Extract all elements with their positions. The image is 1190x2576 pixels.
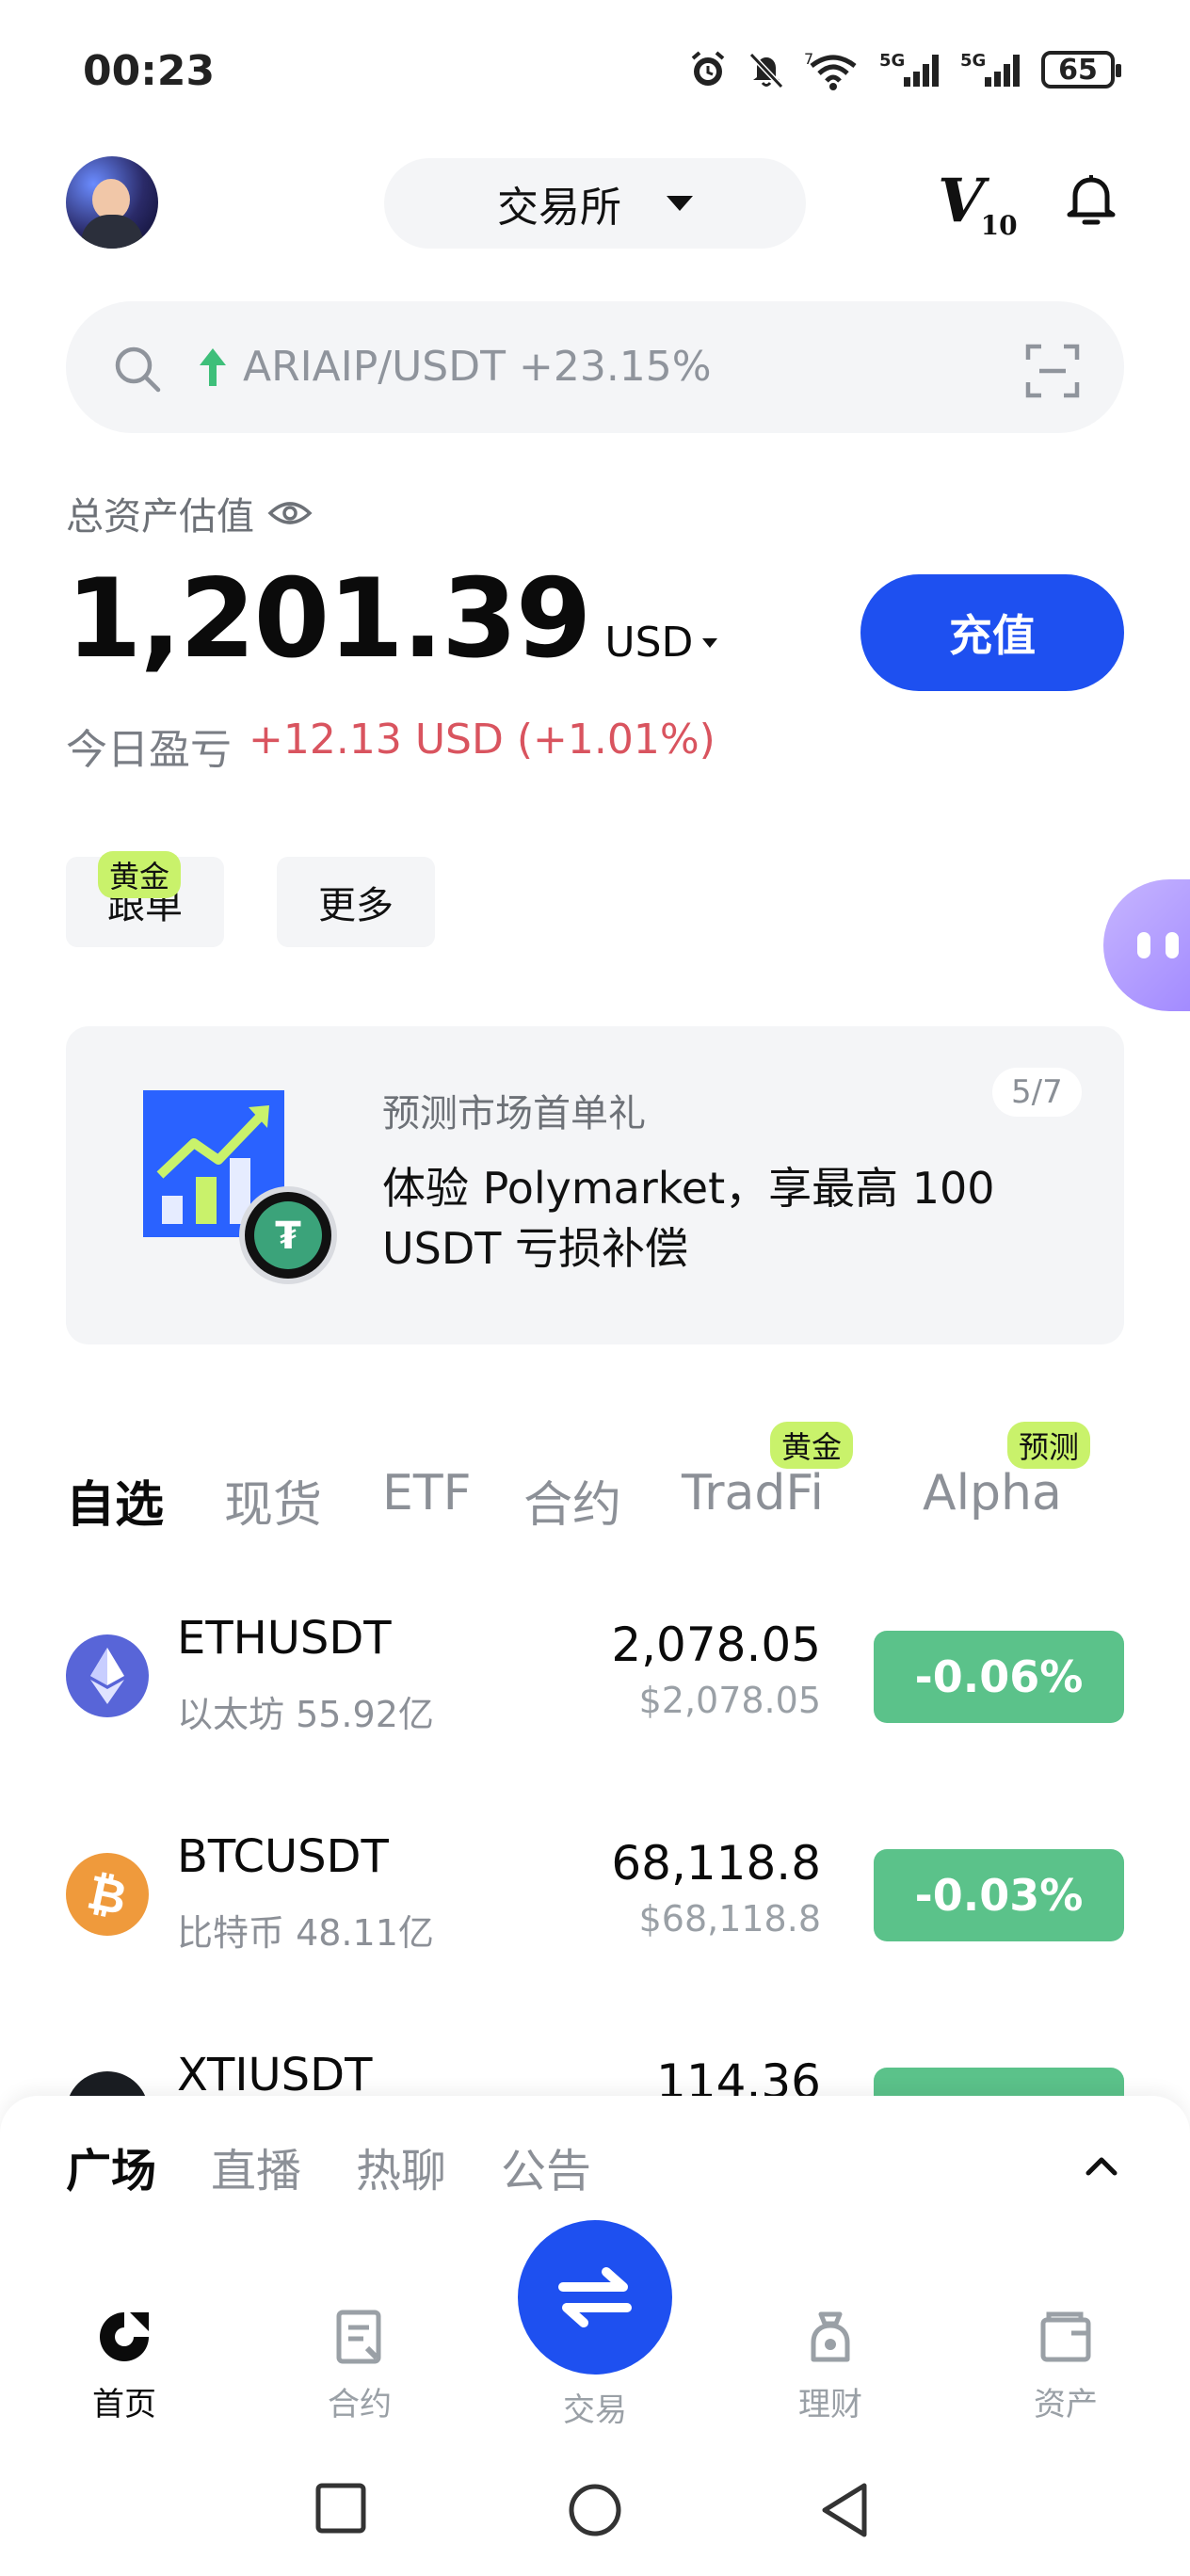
tab-tradfi[interactable]: TradFi	[682, 1465, 824, 1521]
promo-card[interactable]: ₮ 预测市场首单礼 体验 Polymarket，享最高 100 USDT 亏损补…	[66, 1026, 1124, 1344]
assistant-bot-icon[interactable]	[1103, 879, 1190, 1011]
scan-icon[interactable]	[1024, 343, 1081, 399]
swap-arrows-icon	[558, 2267, 632, 2327]
futures-doc-icon	[336, 2310, 381, 2364]
today-pnl: 今日盈亏 +12.13 USD (+1.01%)	[66, 716, 716, 776]
recents-icon[interactable]	[314, 2482, 367, 2535]
wallet-icon	[1040, 2311, 1091, 2362]
svg-text:₿: ₿	[83, 1864, 132, 1925]
vip-label: V	[938, 166, 985, 236]
pnl-label: 今日盈亏	[66, 726, 232, 774]
search-ticker-text: ARIAIP/USDT +23.15%	[243, 343, 712, 391]
eye-icon[interactable]	[267, 498, 313, 528]
feed-tab-hot-chat[interactable]: 热聊	[356, 2133, 446, 2199]
chevron-down-icon	[667, 196, 693, 211]
nav-label: 首页	[92, 2386, 156, 2423]
vip-level: 10	[980, 209, 1018, 241]
trend-up-arrow-icon	[200, 348, 226, 386]
alarm-icon	[691, 51, 725, 86]
earn-bag-icon	[811, 2311, 850, 2362]
currency-label: USD	[604, 619, 694, 667]
battery-icon: 65	[1041, 51, 1121, 89]
tab-alpha[interactable]: Alpha	[923, 1465, 1062, 1521]
avatar[interactable]	[66, 156, 158, 249]
caret-down-icon	[702, 637, 718, 648]
total-assets-text: 总资产估值	[66, 495, 254, 539]
market-usd-price: $2,078.05	[638, 1680, 821, 1721]
market-change-badge[interactable]: -0.03%	[874, 1849, 1124, 1941]
status-icons: 7 5G 5G 65	[687, 49, 1121, 90]
shortcut-label: 更多	[318, 884, 394, 927]
market-pair[interactable]: XTIUSDT	[177, 2049, 372, 2101]
tab-tradfi-tag: 黄金	[770, 1422, 854, 1469]
total-assets-label: 总资产估值	[66, 486, 313, 540]
eth-coin-icon	[66, 1634, 149, 1717]
mute-bell-icon	[748, 52, 784, 89]
nav-label: 资产	[1034, 2386, 1098, 2423]
shortcut-more[interactable]: 更多	[277, 857, 435, 947]
market-price: 2,078.05	[611, 1618, 821, 1672]
home-icon	[100, 2312, 149, 2361]
feed-tab-announcements[interactable]: 公告	[501, 2133, 591, 2199]
feed-tab-live[interactable]: 直播	[211, 2133, 301, 2199]
growth-chart-icon: ₮	[143, 1090, 337, 1284]
home-circle-icon[interactable]	[567, 2482, 623, 2538]
pnl-value: +12.13 USD (+1.01%)	[249, 716, 716, 764]
market-pair[interactable]: BTCUSDT	[177, 1830, 389, 1883]
exchange-switcher[interactable]: 交易所	[384, 158, 806, 249]
nav-futures[interactable]: 合约	[284, 2307, 435, 2424]
battery-level: 65	[1058, 53, 1098, 87]
market-pair[interactable]: ETHUSDT	[177, 1612, 392, 1665]
nav-home[interactable]: 首页	[49, 2307, 200, 2424]
net1-text: 5G	[879, 51, 905, 71]
net2-text: 5G	[960, 51, 986, 71]
tab-futures[interactable]: 合约	[523, 1465, 621, 1536]
nav-earn[interactable]: 理财	[755, 2307, 906, 2424]
balance-value: 1,201.39	[66, 555, 591, 683]
search-icon	[115, 346, 161, 393]
market-usd-price: $68,118.8	[638, 1898, 821, 1940]
chevron-up-icon[interactable]	[1083, 2152, 1120, 2179]
bot-eye	[1137, 932, 1150, 958]
promo-pager: 5/7	[992, 1068, 1082, 1117]
deposit-button[interactable]: 充值	[860, 574, 1124, 691]
tether-symbol: ₮	[275, 1215, 301, 1258]
market-price: 68,118.8	[611, 1836, 821, 1891]
signal-5g-icon-2: 5G	[960, 51, 1020, 87]
notification-bell-icon[interactable]	[1064, 169, 1118, 233]
nav-trade-button[interactable]	[518, 2220, 672, 2375]
nav-label: 理财	[798, 2386, 862, 2423]
btc-coin-icon: ₿	[66, 1853, 149, 1936]
promo-subtitle: 预测市场首单礼	[382, 1092, 646, 1135]
bot-eye	[1166, 932, 1179, 958]
promo-title: 体验 Polymarket，享最高 100 USDT 亏损补偿	[382, 1163, 995, 1274]
nav-label: 交易	[563, 2391, 627, 2429]
tab-watchlist[interactable]: 自选	[66, 1465, 164, 1536]
tab-etf[interactable]: ETF	[382, 1465, 472, 1521]
shortcut-tag: 黄金	[98, 851, 182, 898]
market-change-badge[interactable]: -0.06%	[874, 1631, 1124, 1723]
status-time: 00:23	[83, 47, 216, 95]
tab-alpha-tag: 预测	[1007, 1422, 1091, 1469]
market-name-volume: 以太坊 55.92亿	[177, 1694, 434, 1735]
exchange-label: 交易所	[497, 184, 621, 232]
vip-badge[interactable]: V10	[938, 166, 1018, 241]
wifi-icon: 7	[804, 50, 857, 90]
currency-selector[interactable]: USD	[604, 619, 718, 667]
search-bar[interactable]: ARIAIP/USDT +23.15%	[66, 301, 1124, 433]
total-balance: 1,201.39 USD	[66, 555, 718, 683]
back-icon[interactable]	[819, 2482, 872, 2538]
signal-5g-icon: 5G	[879, 51, 939, 87]
shortcut-copy-trading[interactable]: 跟单 黄金	[66, 851, 224, 947]
feed-tab-square[interactable]: 广场	[66, 2133, 156, 2199]
market-name-volume: 比特币 48.11亿	[177, 1912, 434, 1954]
tab-spot[interactable]: 现货	[224, 1465, 322, 1536]
nav-label: 合约	[328, 2386, 392, 2423]
nav-assets[interactable]: 资产	[990, 2307, 1141, 2424]
